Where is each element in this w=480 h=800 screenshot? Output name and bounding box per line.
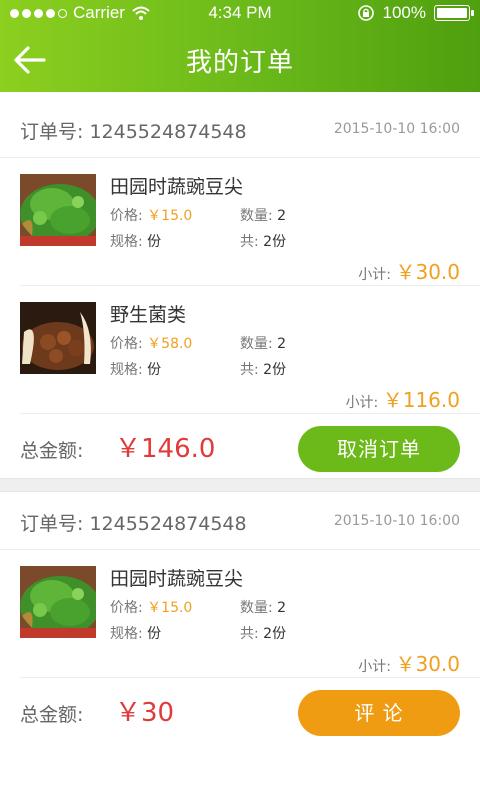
quantity-label: 数量: (240, 208, 273, 224)
item-price: 价格: ￥15.0 (110, 597, 192, 617)
price-label: 价格: (110, 600, 143, 616)
quantity-label: 数量: (240, 336, 273, 352)
item-price: 价格: ￥15.0 (110, 205, 192, 225)
price-label: 价格: (110, 208, 143, 224)
item-spec: 规格: 份 (110, 359, 161, 379)
order-number: 订单号: 1245524874548 (20, 117, 247, 144)
item-name: 田园时蔬豌豆尖 (110, 568, 244, 590)
quantity-value: 2 (277, 600, 287, 616)
item-total-qty: 共: 2份 (240, 623, 286, 643)
order-total-row: 总金额: ￥30 评 论 (0, 678, 480, 748)
subtotal-value: ￥30.0 (395, 652, 460, 676)
item-subtotal: 小计: ￥116.0 (346, 384, 460, 413)
quantity-label: 数量: (240, 600, 273, 616)
spec-label: 规格: (110, 626, 143, 642)
price-value: ￥15.0 (147, 600, 193, 616)
order-number: 订单号: 1245524874548 (20, 509, 247, 536)
subtotal-value: ￥116.0 (382, 388, 460, 412)
cancel-order-button[interactable]: 取消订单 (298, 426, 460, 472)
item-price: 价格: ￥58.0 (110, 333, 192, 353)
item-quantity: 数量: 2 (240, 597, 286, 617)
item-name: 田园时蔬豌豆尖 (110, 176, 244, 198)
order-divider (0, 478, 480, 492)
order-item[interactable]: 田园时蔬豌豆尖 价格: ￥15.0 数量: 2 规格: 份 共: 2份 小计: … (20, 158, 480, 286)
total-qty-value: 2份 (263, 362, 287, 378)
price-value: ￥58.0 (147, 336, 193, 352)
order-date: 2015-10-10 16:00 (333, 513, 460, 529)
subtotal-label: 小计: (345, 395, 379, 411)
order-header: 订单号: 1245524874548 2015-10-10 16:00 (0, 100, 480, 158)
total-label: 总金额: (20, 704, 84, 726)
order-item[interactable]: 野生菌类 价格: ￥58.0 数量: 2 规格: 份 共: 2份 小计: ￥11… (20, 286, 480, 414)
item-spec: 规格: 份 (110, 231, 161, 251)
order-total-row: 总金额: ￥146.0 取消订单 (0, 414, 480, 484)
quantity-value: 2 (277, 336, 287, 352)
item-total-qty: 共: 2份 (240, 231, 286, 251)
subtotal-label: 小计: (358, 659, 392, 675)
orientation-lock-icon (357, 5, 374, 21)
battery-icon (434, 5, 474, 21)
item-image-peas (20, 174, 96, 246)
order-header: 订单号: 1245524874548 2015-10-10 16:00 (0, 492, 480, 550)
quantity-value: 2 (277, 208, 287, 224)
item-image-mushrooms (20, 302, 96, 374)
item-quantity: 数量: 2 (240, 205, 286, 225)
subtotal-value: ￥30.0 (395, 260, 460, 284)
app-header: Carrier 4:34 PM 100% 我的订单 (0, 0, 480, 92)
price-label: 价格: (110, 336, 143, 352)
order-number-label: 订单号: (20, 513, 84, 535)
order-card: 订单号: 1245524874548 2015-10-10 16:00 田园时蔬… (0, 100, 480, 480)
total-qty-label: 共: (240, 234, 259, 250)
page-title: 我的订单 (185, 48, 294, 78)
total-qty-value: 2份 (263, 626, 287, 642)
subtotal-label: 小计: (358, 267, 392, 283)
item-image-peas (20, 566, 96, 638)
item-spec: 规格: 份 (110, 623, 161, 643)
total-qty-label: 共: (240, 626, 259, 642)
order-card: 订单号: 1245524874548 2015-10-10 16:00 田园时蔬… (0, 492, 480, 800)
total-qty-value: 2份 (263, 234, 287, 250)
order-date: 2015-10-10 16:00 (333, 121, 460, 137)
item-total-qty: 共: 2份 (240, 359, 286, 379)
spec-label: 规格: (110, 362, 143, 378)
total-qty-label: 共: (240, 362, 259, 378)
total-label: 总金额: (20, 440, 84, 462)
spec-value: 份 (147, 362, 162, 378)
order-number-value: 1245524874548 (89, 513, 247, 535)
order-number-value: 1245524874548 (89, 121, 247, 143)
spec-label: 规格: (110, 234, 143, 250)
price-value: ￥15.0 (147, 208, 193, 224)
order-item[interactable]: 田园时蔬豌豆尖 价格: ￥15.0 数量: 2 规格: 份 共: 2份 小计: … (20, 550, 480, 678)
item-quantity: 数量: 2 (240, 333, 286, 353)
spec-value: 份 (147, 626, 162, 642)
order-number-label: 订单号: (20, 121, 84, 143)
review-button[interactable]: 评 论 (298, 690, 460, 736)
spec-value: 份 (147, 234, 162, 250)
battery-percent: 100% (382, 3, 426, 22)
total-amount: ￥146.0 (115, 434, 216, 464)
status-bar: Carrier 4:34 PM 100% (0, 0, 480, 28)
item-name: 野生菌类 (110, 304, 187, 326)
item-subtotal: 小计: ￥30.0 (358, 256, 460, 285)
status-right: 100% (357, 3, 474, 23)
item-subtotal: 小计: ￥30.0 (358, 648, 460, 677)
total-amount: ￥30 (115, 698, 175, 728)
